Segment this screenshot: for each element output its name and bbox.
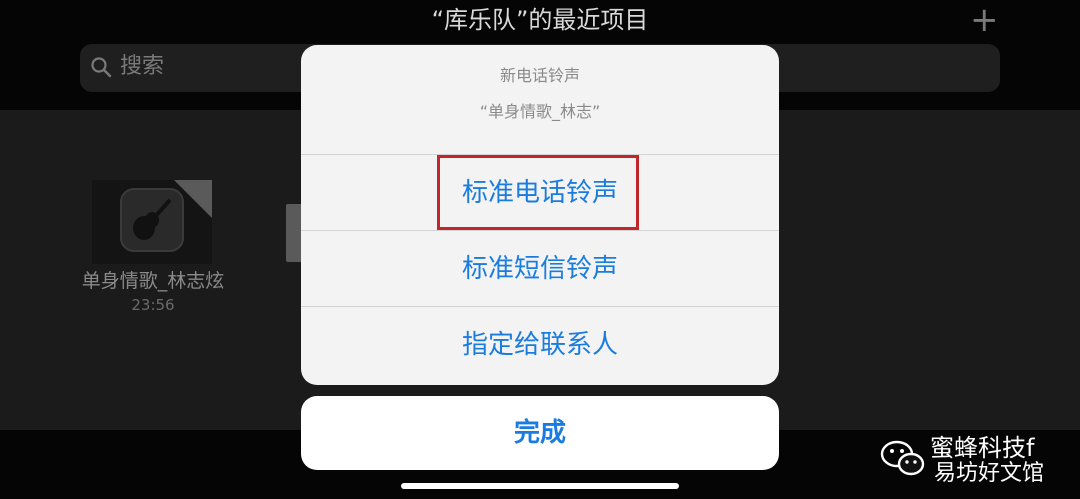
plus-icon[interactable]: + bbox=[970, 0, 999, 40]
option-label: 指定给联系人 bbox=[461, 330, 618, 360]
project-time: 23:56 bbox=[131, 296, 175, 314]
project-thumbnail[interactable] bbox=[92, 180, 212, 264]
sheet-title: 新电话铃声 bbox=[499, 66, 580, 85]
home-indicator[interactable] bbox=[401, 483, 679, 489]
sheet-subtitle: “单身情歌_林志” bbox=[479, 102, 601, 121]
page-title: “库乐队”的最近项目 bbox=[431, 6, 649, 34]
highlight-box bbox=[437, 155, 639, 230]
search-placeholder: 搜索 bbox=[120, 54, 165, 79]
sheet-header: 新电话铃声 “单身情歌_林志” bbox=[301, 45, 779, 155]
option-label: 标准短信铃声 bbox=[461, 254, 618, 284]
project-name: 单身情歌_林志炫 bbox=[81, 270, 225, 292]
watermark: 蜜蜂科技f 易坊好文馆 bbox=[878, 432, 1078, 492]
watermark-line2: 易坊好文馆 bbox=[934, 461, 1045, 486]
option-standard-text-tone[interactable]: 标准短信铃声 bbox=[301, 231, 779, 307]
option-assign-to-contact[interactable]: 指定给联系人 bbox=[301, 307, 779, 383]
wechat-icon bbox=[880, 440, 925, 476]
done-button[interactable]: 完成 bbox=[301, 396, 779, 470]
cloud-corner-icon bbox=[174, 180, 212, 218]
watermark-line1: 蜜蜂科技f bbox=[930, 434, 1035, 462]
option-standard-ringtone[interactable]: 标准电话铃声 bbox=[301, 155, 779, 231]
ringtone-action-sheet: 新电话铃声 “单身情歌_林志” 标准电话铃声 标准短信铃声 指定给联系人 bbox=[301, 45, 779, 385]
search-icon bbox=[91, 57, 112, 78]
